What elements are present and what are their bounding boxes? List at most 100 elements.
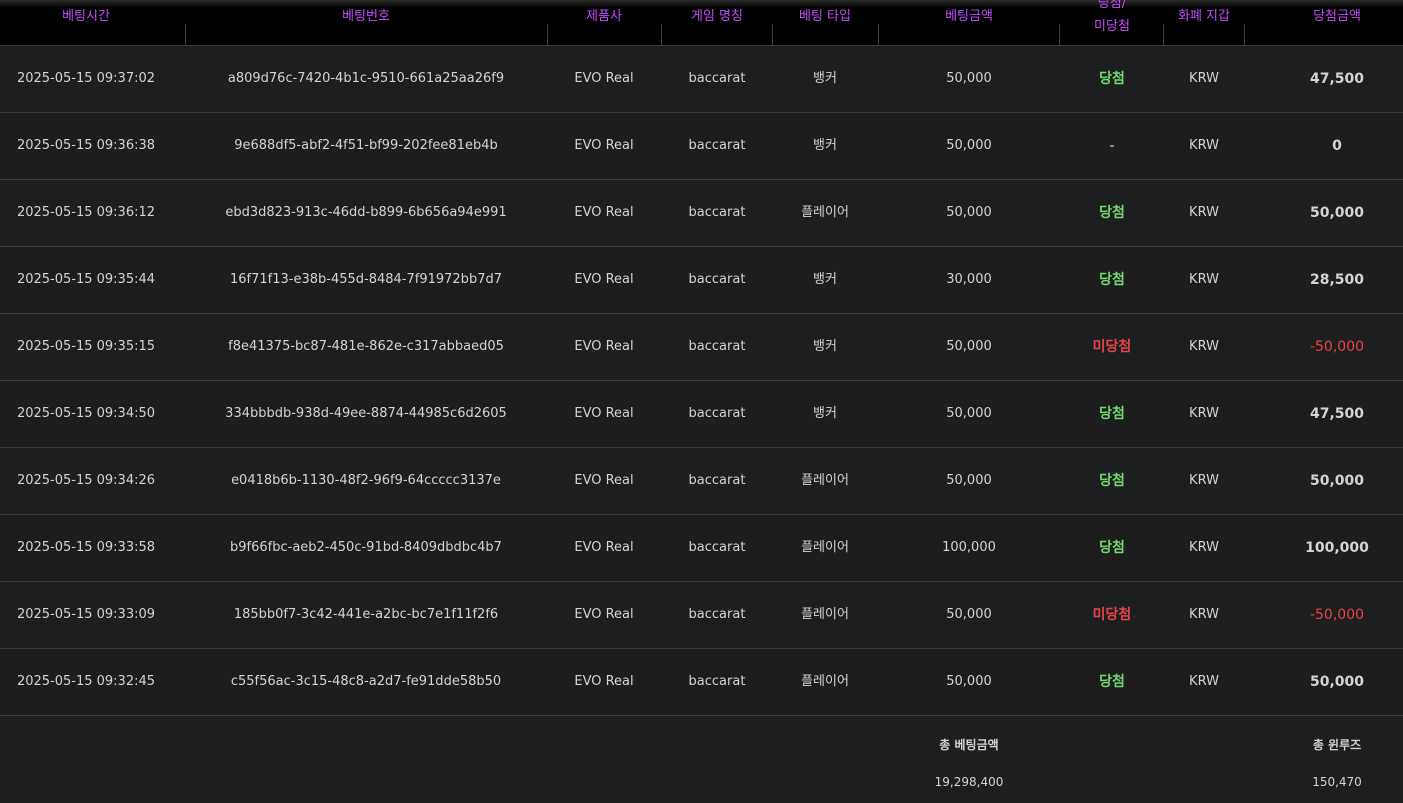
header-provider[interactable]: 제품사 <box>548 0 660 45</box>
bet-number-cell: a809d76c-7420-4b1c-9510-661a25aa26f9 <box>227 71 505 86</box>
bet-time-cell: 2025-05-15 09:33:09 <box>16 607 156 622</box>
bet-number-cell: f8e41375-bc87-481e-862e-c317abbaed05 <box>228 339 504 354</box>
provider-cell: EVO Real <box>574 473 634 488</box>
bet-time-cell: 2025-05-15 09:35:44 <box>16 272 156 287</box>
header-game-name[interactable]: 게임 명칭 <box>662 0 772 45</box>
bet-type-cell: 플레이어 <box>801 473 849 488</box>
result-cell: 미당첨 <box>1092 339 1132 355</box>
provider-cell: EVO Real <box>574 607 634 622</box>
bet-amount-cell: 50,000 <box>946 339 992 354</box>
provider-cell: EVO Real <box>574 205 634 220</box>
header-bet-number[interactable]: 베팅번호 <box>186 0 546 45</box>
header-win-amount[interactable]: 당첨금액 <box>1246 0 1403 45</box>
header-bet-amount[interactable]: 베팅금액 <box>879 0 1059 45</box>
header-divider <box>878 24 879 45</box>
game-name-cell: baccarat <box>688 272 746 287</box>
table-row[interactable]: 2025-05-15 09:32:45 c55f56ac-3c15-48c8-a2… <box>0 649 1403 716</box>
currency-cell: KRW <box>1189 540 1219 555</box>
game-name-cell: baccarat <box>688 71 746 86</box>
total-winloss-value: 150,470 <box>1312 775 1362 789</box>
game-name-cell: baccarat <box>688 607 746 622</box>
game-name-cell: baccarat <box>688 138 746 153</box>
header-bet-type[interactable]: 베팅 타입 <box>773 0 877 45</box>
win-amount-cell: 0 <box>1332 138 1342 154</box>
header-bet-time[interactable]: 베팅시간 <box>0 0 172 45</box>
bet-number-cell: 16f71f13-e38b-455d-8484-7f91972bb7d7 <box>230 272 502 287</box>
table-row[interactable]: 2025-05-15 09:34:50 334bbbdb-938d-49ee-88… <box>0 381 1403 448</box>
provider-cell: EVO Real <box>574 540 634 555</box>
table-row[interactable]: 2025-05-15 09:33:09 185bb0f7-3c42-441e-a2… <box>0 582 1403 649</box>
bet-type-cell: 뱅커 <box>813 272 837 287</box>
win-amount-cell: 50,000 <box>1309 674 1365 690</box>
table-header: 베팅시간 베팅번호 제품사 게임 명칭 베팅 타입 베팅금액 당첨/ 미당첨 화… <box>0 0 1403 46</box>
table-row[interactable]: 2025-05-15 09:36:12 ebd3d823-913c-46dd-b8… <box>0 180 1403 247</box>
win-amount-cell: 28,500 <box>1309 272 1365 288</box>
result-cell: 당첨 <box>1099 406 1125 422</box>
header-divider <box>185 24 186 45</box>
table-row[interactable]: 2025-05-15 09:33:58 b9f66fbc-aeb2-450c-91… <box>0 515 1403 582</box>
win-amount-cell: 100,000 <box>1305 540 1369 556</box>
bet-amount-cell: 50,000 <box>946 674 992 689</box>
bet-time-cell: 2025-05-15 09:36:38 <box>16 138 156 153</box>
total-winloss-label: 총 윈루즈 <box>1312 738 1362 752</box>
win-amount-cell: 50,000 <box>1309 205 1365 221</box>
bet-type-cell: 플레이어 <box>801 674 849 689</box>
bet-amount-cell: 50,000 <box>946 71 992 86</box>
bet-type-cell: 플레이어 <box>801 607 849 622</box>
currency-cell: KRW <box>1189 674 1219 689</box>
bet-amount-cell: 100,000 <box>942 540 996 555</box>
bet-number-cell: 185bb0f7-3c42-441e-a2bc-bc7e1f11f2f6 <box>233 607 499 622</box>
currency-cell: KRW <box>1189 473 1219 488</box>
table-row[interactable]: 2025-05-15 09:36:38 9e688df5-abf2-4f51-bf… <box>0 113 1403 180</box>
header-currency-wallet[interactable]: 화폐 지갑 <box>1164 0 1244 45</box>
result-cell: 당첨 <box>1099 540 1125 556</box>
bet-number-cell: 9e688df5-abf2-4f51-bf99-202fee81eb4b <box>234 138 498 153</box>
bet-amount-cell: 50,000 <box>946 205 992 220</box>
win-amount-cell: 50,000 <box>1309 473 1365 489</box>
bet-time-cell: 2025-05-15 09:35:15 <box>16 339 156 354</box>
header-divider <box>547 24 548 45</box>
table-row[interactable]: 2025-05-15 09:35:44 16f71f13-e38b-455d-84… <box>0 247 1403 314</box>
result-cell: 당첨 <box>1099 71 1125 87</box>
bet-amount-cell: 50,000 <box>946 138 992 153</box>
currency-cell: KRW <box>1189 138 1219 153</box>
game-name-cell: baccarat <box>688 205 746 220</box>
provider-cell: EVO Real <box>574 674 634 689</box>
bet-type-cell: 플레이어 <box>801 205 849 220</box>
table-row[interactable]: 2025-05-15 09:34:26 e0418b6b-1130-48f2-96… <box>0 448 1403 515</box>
game-name-cell: baccarat <box>688 674 746 689</box>
bet-type-cell: 뱅커 <box>813 339 837 354</box>
header-divider <box>772 24 773 45</box>
provider-cell: EVO Real <box>574 71 634 86</box>
result-cell: 당첨 <box>1099 272 1125 288</box>
bet-type-cell: 뱅커 <box>813 406 837 421</box>
total-bet-value: 19,298,400 <box>934 775 1004 789</box>
bet-time-cell: 2025-05-15 09:33:58 <box>16 540 156 555</box>
header-divider <box>1059 24 1060 45</box>
result-cell: 당첨 <box>1099 473 1125 489</box>
provider-cell: EVO Real <box>574 339 634 354</box>
win-amount-cell: -50,000 <box>1309 607 1365 623</box>
header-divider <box>661 24 662 45</box>
header-divider <box>1163 24 1164 45</box>
currency-cell: KRW <box>1189 607 1219 622</box>
bet-type-cell: 뱅커 <box>813 138 837 153</box>
currency-cell: KRW <box>1189 71 1219 86</box>
bet-amount-cell: 30,000 <box>946 272 992 287</box>
bet-number-cell: b9f66fbc-aeb2-450c-91bd-8409dbdbc4b7 <box>230 540 502 555</box>
currency-cell: KRW <box>1189 339 1219 354</box>
bet-amount-cell: 50,000 <box>946 473 992 488</box>
game-name-cell: baccarat <box>688 473 746 488</box>
bet-number-cell: e0418b6b-1130-48f2-96f9-64ccccc3137e <box>231 473 501 488</box>
win-amount-cell: 47,500 <box>1309 71 1365 87</box>
bet-amount-cell: 50,000 <box>946 406 992 421</box>
header-divider <box>1244 24 1245 45</box>
currency-cell: KRW <box>1189 272 1219 287</box>
header-result[interactable]: 당첨/ 미당첨 <box>1060 0 1164 45</box>
table-row[interactable]: 2025-05-15 09:35:15 f8e41375-bc87-481e-86… <box>0 314 1403 381</box>
win-amount-cell: -50,000 <box>1309 339 1365 355</box>
table-row[interactable]: 2025-05-15 09:37:02 a809d76c-7420-4b1c-95… <box>0 46 1403 113</box>
result-cell: 당첨 <box>1099 674 1125 690</box>
game-name-cell: baccarat <box>688 339 746 354</box>
currency-cell: KRW <box>1189 406 1219 421</box>
